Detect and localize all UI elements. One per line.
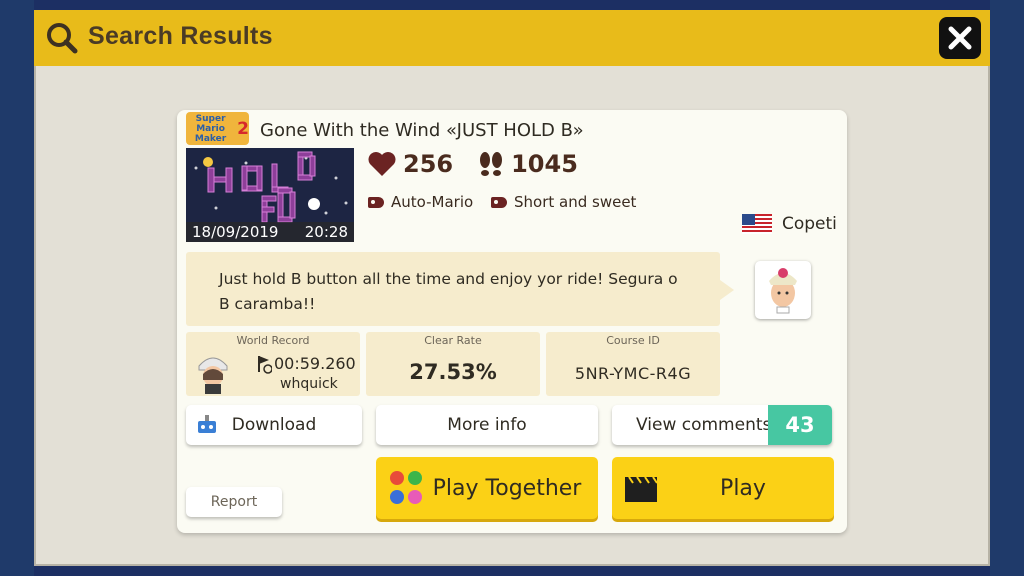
play-button[interactable]: Play	[612, 457, 834, 519]
tag-icon	[368, 196, 384, 208]
heart-icon	[368, 152, 396, 176]
course-title: Gone With the Wind «JUST HOLD B»	[260, 120, 584, 141]
tag-auto-mario: Auto-Mario	[368, 193, 473, 211]
course-id-box: Course ID 5NR-YMC-R4G	[546, 332, 720, 396]
course-id-value: 5NR-YMC-R4G	[574, 364, 692, 383]
record-holder-avatar-icon	[198, 357, 228, 394]
course-id-label: Course ID	[606, 334, 660, 347]
more-info-button[interactable]: More info	[376, 405, 598, 445]
view-comments-button[interactable]: View comments 43	[612, 405, 832, 445]
clear-rate-value: 27.53%	[409, 360, 497, 384]
tag-label: Short and sweet	[514, 193, 637, 211]
page-title: Search Results	[88, 22, 273, 50]
upload-date: 18/09/2019	[192, 223, 279, 241]
maker-info[interactable]: Copeti	[742, 214, 837, 234]
clear-rate-box: Clear Rate 27.53%	[366, 332, 540, 396]
course-thumbnail[interactable]: 18/09/2019 20:28	[186, 148, 354, 242]
report-button[interactable]: Report	[186, 487, 282, 517]
close-icon	[948, 26, 972, 50]
game-badge-text: Super Mario Maker	[194, 113, 227, 144]
maker-name: Copeti	[782, 214, 837, 234]
robot-download-icon	[198, 415, 216, 433]
title-bar: Search Results	[34, 10, 990, 66]
view-comments-label: View comments	[636, 415, 772, 435]
course-description: Just hold B button all the time and enjo…	[186, 252, 734, 326]
download-label: Download	[231, 415, 317, 435]
upload-time: 20:28	[304, 223, 348, 241]
search-results-modal: Search Results Super Mario Maker 2 Gone …	[34, 10, 990, 566]
us-flag-icon	[742, 214, 772, 234]
world-record-holder: whquick	[280, 376, 338, 392]
world-record-box[interactable]: World Record 00:59.260 whquick	[186, 332, 360, 396]
world-record-label: World Record	[236, 334, 310, 347]
search-icon	[47, 23, 78, 54]
course-stats: 256 1045	[367, 150, 602, 178]
background-left	[0, 0, 34, 576]
clear-rate-label: Clear Rate	[424, 334, 482, 347]
report-label: Report	[210, 494, 258, 510]
more-info-label: More info	[447, 415, 527, 435]
maker-avatar[interactable]	[755, 261, 811, 319]
comment-count-badge: 43	[768, 405, 832, 445]
tag-label: Auto-Mario	[391, 193, 474, 211]
close-button[interactable]	[939, 17, 981, 59]
play-together-button[interactable]: Play Together	[376, 457, 598, 519]
footprints-icon	[480, 152, 503, 176]
play-together-label: Play Together	[432, 475, 582, 501]
course-card: Super Mario Maker 2 Gone With the Wind «…	[177, 110, 847, 533]
play-label: Play	[720, 475, 766, 501]
game-badge-number: 2	[237, 118, 249, 139]
plays-count: 1045	[511, 150, 578, 178]
world-record-time: 00:59.260	[274, 354, 356, 373]
likes-count: 256	[403, 150, 454, 178]
goal-flag-icon	[258, 356, 272, 374]
upload-timestamp: 18/09/2019 20:28	[186, 222, 354, 242]
tag-icon	[491, 196, 507, 208]
multiplayer-icon	[390, 471, 422, 504]
background-right	[990, 0, 1024, 576]
mii-avatar-icon	[769, 268, 797, 314]
tag-short-and-sweet: Short and sweet	[491, 193, 636, 211]
download-button[interactable]: Download	[186, 405, 362, 445]
clapperboard-icon	[625, 476, 658, 502]
game-style-badge: Super Mario Maker 2	[186, 112, 249, 145]
